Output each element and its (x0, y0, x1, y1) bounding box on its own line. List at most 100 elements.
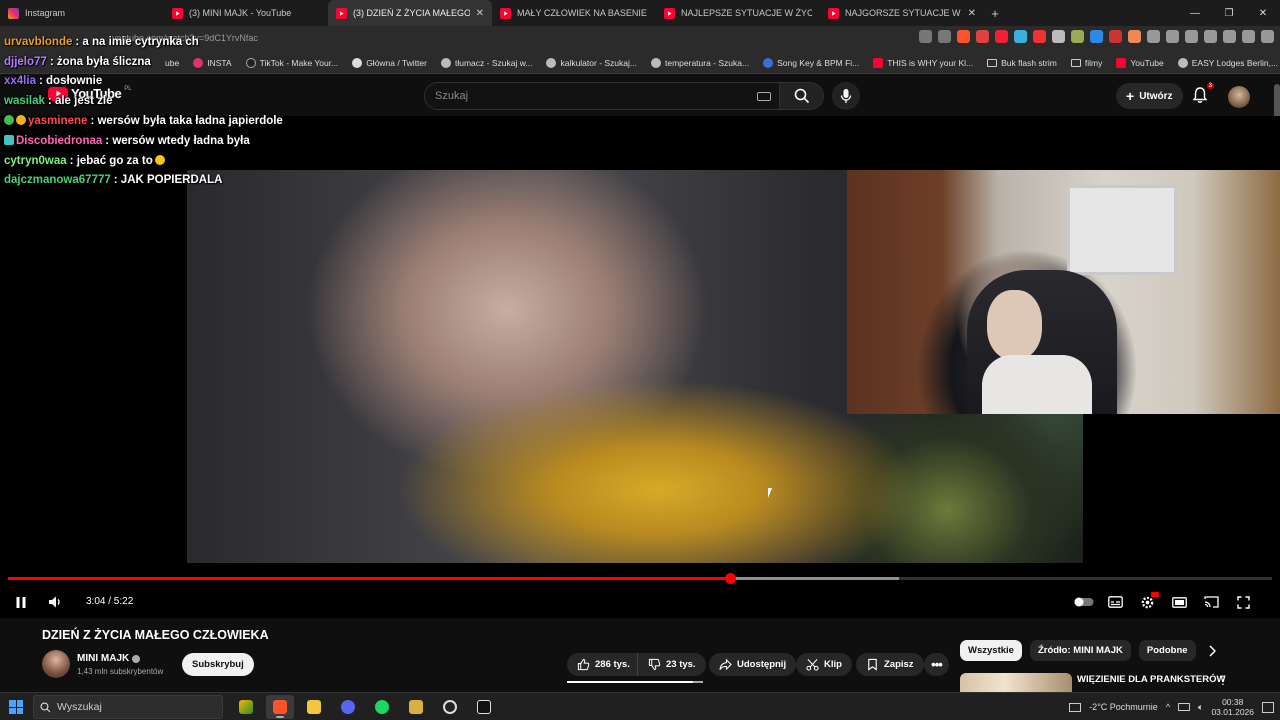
bookmark-insta[interactable]: INSTA (193, 57, 232, 68)
taskbar-capcut[interactable] (470, 695, 498, 719)
save-button[interactable]: Zapisz (856, 653, 924, 676)
more-actions-button[interactable]: ••• (924, 653, 949, 676)
weather-text[interactable]: -2°C Pochmurnie (1089, 702, 1158, 712)
like-button[interactable]: 286 tys. (567, 653, 640, 676)
fullscreen-button[interactable] (1233, 592, 1253, 612)
close-tab-icon[interactable]: ✕ (968, 8, 976, 19)
widgets-icon[interactable] (1069, 702, 1082, 712)
chevron-up-icon[interactable]: ^ (1166, 702, 1170, 712)
notifications-button[interactable]: 3 (1191, 83, 1214, 106)
extension-icon[interactable] (1109, 30, 1122, 43)
tab-current-video[interactable]: (3) DZIEŃ Z ŻYCIA MAŁEGO C ✕ (328, 0, 492, 26)
bookmark-youtube[interactable]: ube (165, 58, 179, 68)
time-display: 3:04 / 5:22 (86, 596, 133, 607)
taskbar-obs[interactable] (436, 695, 464, 719)
bookmark-tiktok[interactable]: TikTok - Make Your... (245, 57, 338, 68)
minimize-icon[interactable]: — (1178, 0, 1212, 26)
extension-icon[interactable] (1090, 30, 1103, 43)
channel-name[interactable]: MINI MAJK (77, 653, 141, 664)
tab-basen[interactable]: MAŁY CZŁOWIEK NA BASENIE - YouT (492, 0, 656, 26)
bookmark-this-is-why[interactable]: THIS is WHY your Kl... (873, 57, 973, 68)
progress-bar[interactable] (8, 573, 1272, 584)
taskbar-discord[interactable] (334, 695, 362, 719)
wallet-icon[interactable] (1166, 30, 1179, 43)
taskbar-app[interactable] (232, 695, 260, 719)
scrubber-handle[interactable] (724, 573, 736, 584)
dislike-button[interactable]: 23 tys. (637, 653, 706, 676)
channel-avatar[interactable] (42, 650, 70, 678)
bookmark-songkey[interactable]: Song Key & BPM Fi... (763, 57, 859, 68)
keyboard-icon[interactable] (757, 91, 771, 101)
chip-similar[interactable]: Podobne (1138, 640, 1196, 661)
close-window-icon[interactable]: ✕ (1246, 0, 1280, 26)
bookmark-twitter[interactable]: Główna / Twitter (352, 57, 427, 68)
restore-icon[interactable]: ❐ (1212, 0, 1246, 26)
bookmark-temperatura[interactable]: temperatura - Szuka... (650, 57, 749, 68)
chat-username: dajczmanowa67777 (4, 174, 111, 186)
pause-button[interactable] (11, 592, 31, 612)
chips-next-button[interactable] (1202, 641, 1222, 661)
bookmark-youtube-2[interactable]: YouTube (1116, 57, 1164, 68)
share-icon[interactable] (938, 30, 951, 43)
puzzle-icon[interactable] (1147, 30, 1160, 43)
recommended-video[interactable]: WIĘZIENIE DLA PRANKSTERÓW ⋮ (960, 673, 1240, 693)
chip-source-channel[interactable]: Źródło: MINI MAJK (1029, 640, 1131, 661)
x-icon (352, 57, 363, 68)
chat-username: xx4lia (4, 75, 36, 87)
taskbar-search[interactable]: Wyszukaj (33, 695, 223, 719)
new-tab-button[interactable]: + (984, 6, 1006, 21)
playlist-icon[interactable] (1185, 30, 1198, 43)
extension-icon[interactable] (1033, 30, 1046, 43)
autoplay-toggle[interactable] (1073, 592, 1095, 612)
taskbar-app[interactable] (402, 695, 430, 719)
bookmark-folder-filmy[interactable]: filmy (1070, 58, 1102, 68)
share-button[interactable]: Udostępnij (709, 653, 797, 676)
mute-button[interactable] (45, 592, 65, 612)
tab-instagram[interactable]: Instagram (0, 0, 164, 26)
sidebar-icon[interactable] (1204, 30, 1217, 43)
close-tab-icon[interactable]: ✕ (476, 8, 484, 19)
bookmark-folder-buk[interactable]: Buk flash strim (987, 58, 1057, 68)
tab-najlepsze[interactable]: NAJLEPSZE SYTUACJE W ŻYCIU MAŁ (656, 0, 820, 26)
video-player[interactable]: 3:04 / 5:22 (0, 116, 1280, 618)
tab-mini-majk-channel[interactable]: (3) MINI MAJK - YouTube (164, 0, 328, 26)
network-icon[interactable] (1178, 703, 1191, 711)
kebab-menu-icon[interactable]: ⋮ (1217, 673, 1229, 687)
create-button[interactable]: + Utwórz (1116, 83, 1183, 109)
clock[interactable]: 00:38 03.01.2026 (1211, 697, 1254, 717)
bookmark-easy-lodges[interactable]: EASY Lodges Berlin,... (1177, 57, 1278, 68)
menu-icon[interactable] (1261, 30, 1274, 43)
subscribe-button[interactable]: Subskrybuj (182, 653, 254, 676)
obs-icon (443, 700, 457, 714)
vpn-icon[interactable] (1242, 30, 1255, 43)
extension-icon[interactable] (1014, 30, 1027, 43)
chip-all[interactable]: Wszystkie (960, 640, 1022, 661)
tab-najgorsze[interactable]: NAJGORSZE SYTUACJE W ŻYCIU MA ✕ (820, 0, 984, 26)
windows-start-icon[interactable] (9, 700, 23, 714)
bookmark-tlumacz[interactable]: tłumacz - Szukaj w... (440, 57, 532, 68)
brave-shield-icon[interactable] (957, 30, 970, 43)
taskbar-spotify[interactable] (368, 695, 396, 719)
cast-button[interactable] (1201, 592, 1221, 612)
taskbar-brave[interactable] (266, 695, 294, 719)
clip-button[interactable]: Klip (796, 653, 852, 676)
recommended-thumbnail[interactable] (960, 673, 1072, 693)
screenshot-icon[interactable] (919, 30, 932, 43)
extension-icon[interactable] (995, 30, 1008, 43)
bookmark-kalkulator[interactable]: kalkulator - Szukaj... (546, 57, 637, 68)
search-button[interactable] (780, 82, 824, 110)
taskbar-explorer[interactable] (300, 695, 328, 719)
brave-rewards-icon[interactable] (976, 30, 989, 43)
notifications-icon[interactable] (1262, 701, 1274, 713)
subtitles-button[interactable] (1105, 592, 1125, 612)
extension-icon[interactable] (1128, 30, 1141, 43)
account-avatar[interactable] (1228, 86, 1250, 108)
volume-icon[interactable]: 🔈︎ (1198, 702, 1203, 713)
extension-icon[interactable] (1071, 30, 1084, 43)
voice-search-button[interactable] (832, 82, 860, 110)
settings-button[interactable] (1137, 592, 1159, 612)
theater-mode-button[interactable] (1169, 592, 1189, 612)
search-input[interactable]: Szukaj (424, 82, 780, 110)
leo-icon[interactable] (1223, 30, 1236, 43)
extension-icon[interactable] (1052, 30, 1065, 43)
